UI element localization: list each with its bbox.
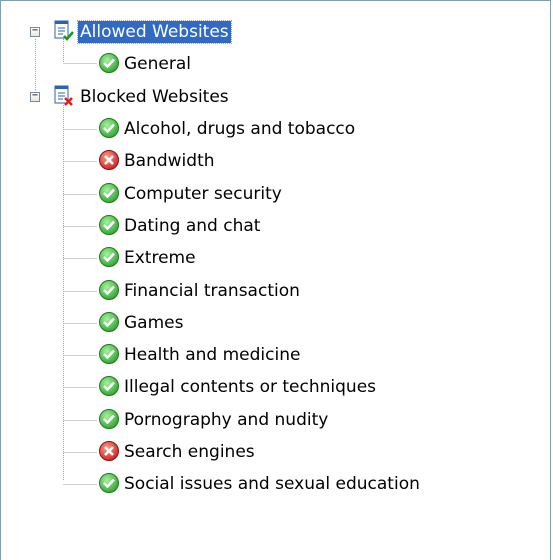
- tree-item-games[interactable]: Games: [122, 312, 185, 334]
- tree-item-social-issues-and-sexual-education[interactable]: Social issues and sexual education: [122, 473, 422, 495]
- category-tree[interactable]: − Allowed Websites General − Blocked Web…: [0, 0, 551, 560]
- tree-item-alcohol-drugs-and-tobacco[interactable]: Alcohol, drugs and tobacco: [122, 118, 357, 140]
- allowed-status-icon: [99, 409, 119, 429]
- tree-item-illegal-contents-or-techniques[interactable]: Illegal contents or techniques: [122, 376, 378, 398]
- allowed-status-icon: [99, 280, 119, 300]
- allowed-status-icon: [99, 183, 119, 203]
- tree-item-pornography-and-nudity[interactable]: Pornography and nudity: [122, 409, 330, 431]
- tree-connector-lines: [35, 39, 97, 485]
- allowed-status-icon: [99, 53, 119, 73]
- tree-item-extreme[interactable]: Extreme: [122, 247, 198, 269]
- allowed-status-icon: [99, 118, 119, 138]
- tree-item-dating-and-chat[interactable]: Dating and chat: [122, 215, 262, 237]
- allowed-status-icon: [99, 473, 119, 493]
- tree-item-health-and-medicine[interactable]: Health and medicine: [122, 344, 302, 366]
- tree-item-general[interactable]: General: [122, 53, 193, 75]
- tree-item-computer-security[interactable]: Computer security: [122, 183, 284, 205]
- blocked-websites-collapse-toggle[interactable]: −: [30, 91, 40, 102]
- allowed-status-icon: [99, 376, 119, 396]
- allowed-status-icon: [99, 312, 119, 332]
- allowed-websites-node[interactable]: Allowed Websites: [77, 20, 232, 44]
- blocked-status-icon: [99, 441, 119, 461]
- allowed-websites-collapse-toggle[interactable]: −: [30, 26, 40, 37]
- allowed-status-icon: [99, 344, 119, 364]
- blocked-status-icon: [99, 150, 119, 170]
- allowed-status-icon: [99, 247, 119, 267]
- blocked-websites-node[interactable]: Blocked Websites: [78, 86, 231, 108]
- allowed-list-icon: [54, 20, 74, 41]
- tree-item-bandwidth[interactable]: Bandwidth: [122, 150, 217, 172]
- blocked-list-icon: [54, 85, 73, 106]
- tree-item-search-engines[interactable]: Search engines: [122, 441, 257, 463]
- tree-item-financial-transaction[interactable]: Financial transaction: [122, 280, 302, 302]
- allowed-status-icon: [99, 215, 119, 235]
